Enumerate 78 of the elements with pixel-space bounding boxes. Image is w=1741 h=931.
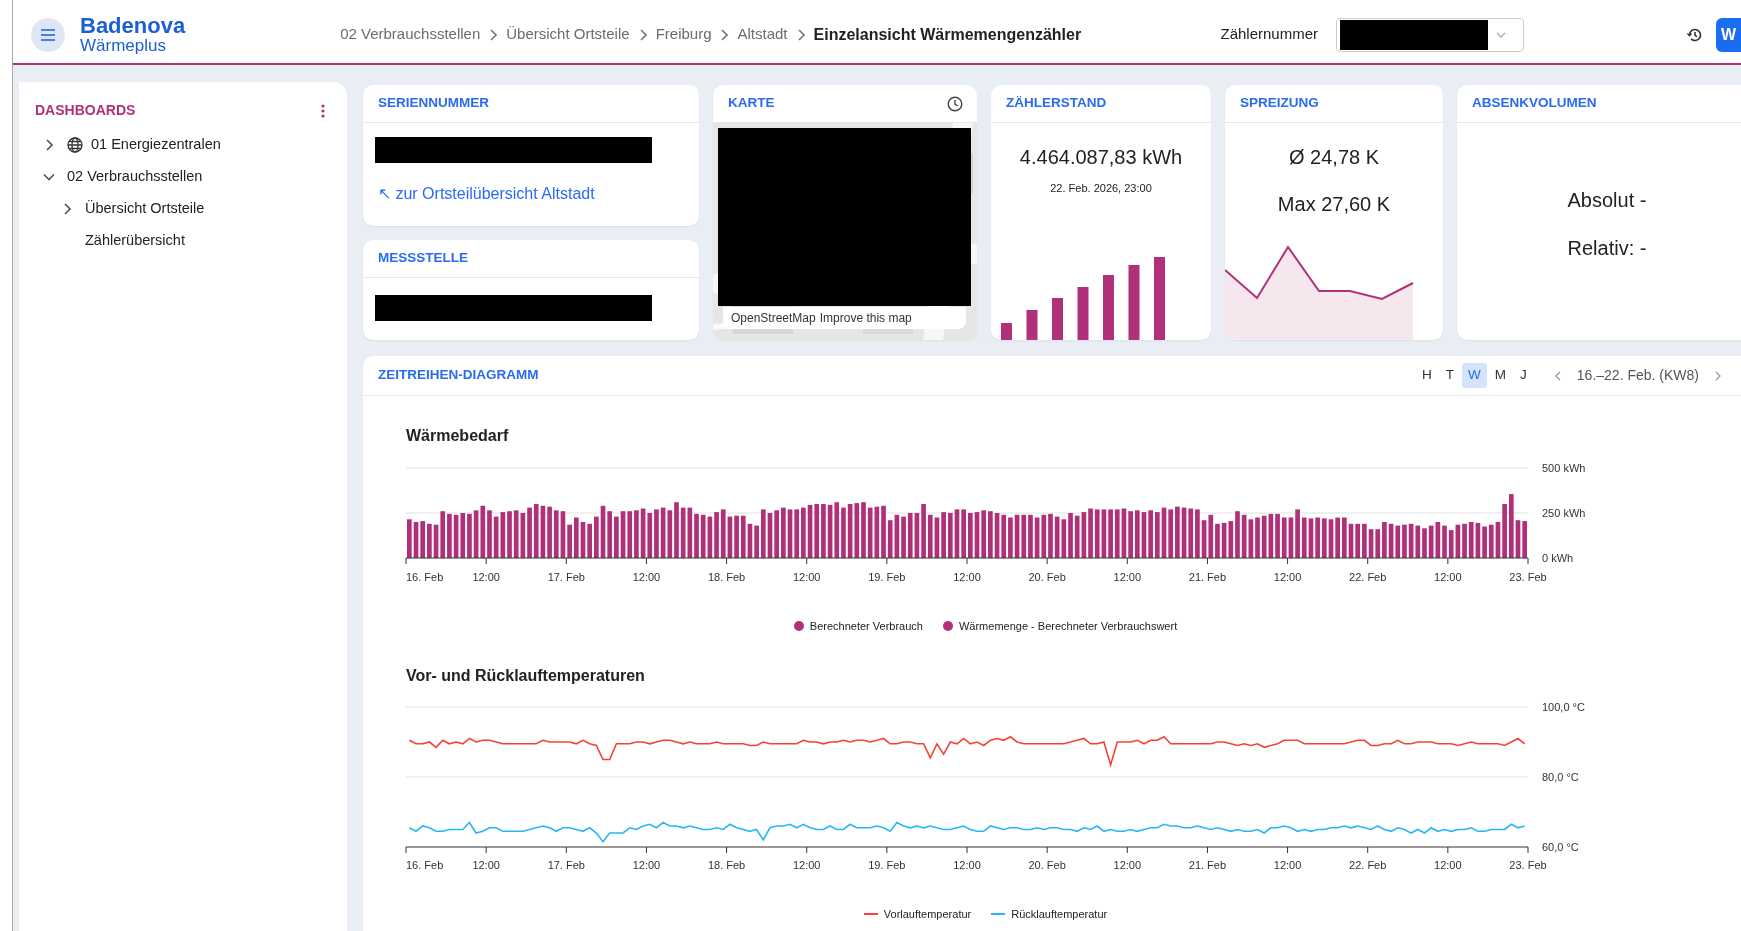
axis-label: 12:00 xyxy=(1273,571,1302,583)
max-spread-value: Max 27,60 K xyxy=(1276,192,1392,217)
legend-label: Wärmemenge - Berechneter Verbrauchswert xyxy=(958,618,1178,634)
axis-label: 20. Feb xyxy=(1028,571,1066,583)
logo-subtitle: Wärmeplus xyxy=(80,37,167,55)
absolute-volume-value: Absolut - xyxy=(1566,188,1648,213)
relative-volume-value: Relativ: - xyxy=(1566,236,1648,261)
period-label: 16.–22. Feb. (KW8) xyxy=(1576,366,1699,385)
legend-label: Berechneter Verbrauch xyxy=(809,618,923,634)
axis-label: 100,0 °C xyxy=(1542,701,1585,713)
axis-label: 16. Feb xyxy=(406,571,444,583)
attribution-link[interactable]: OpenStreetMap xyxy=(731,309,816,327)
axis-label: 12:00 xyxy=(472,859,500,871)
card-title: ZÄHLERSTAND xyxy=(1006,94,1107,113)
tree-item[interactable]: Übersicht Ortsteile xyxy=(85,198,205,220)
axis-label: 17. Feb xyxy=(547,571,585,583)
axis-label: 12:00 xyxy=(1434,859,1462,871)
axis-label: 12:00 xyxy=(792,571,821,583)
card-title: SERIENNUMMER xyxy=(378,94,489,113)
card-title: ABSENKVOLUMEN xyxy=(1472,94,1597,113)
overview-link[interactable]: ↖ zur Ortsteilübersicht Altstadt xyxy=(378,182,595,206)
resolution-tab[interactable]: T xyxy=(1439,363,1461,388)
axis-label: 23. Feb xyxy=(1509,571,1547,583)
card-title: MESSSTELLE xyxy=(378,249,468,268)
axis-label: 12:00 xyxy=(1434,571,1462,583)
chart-title: Wärmebedarf xyxy=(406,426,510,446)
tree-item[interactable]: 02 Verbrauchsstellen xyxy=(67,166,203,188)
sidebar-title: DASHBOARDS xyxy=(35,101,136,120)
axis-label: 12:00 xyxy=(472,571,500,583)
axis-label: 20. Feb xyxy=(1028,859,1066,871)
reading-timestamp: 22. Feb. 2026, 23:00 xyxy=(1049,181,1153,196)
axis-label: 22. Feb xyxy=(1349,859,1387,871)
axis-label: 21. Feb xyxy=(1188,571,1227,583)
axis-label: 12:00 xyxy=(632,571,661,583)
axis-label: 80,0 °C xyxy=(1542,771,1579,783)
axis-label: 12:00 xyxy=(953,859,981,871)
axis-label: 18. Feb xyxy=(707,571,746,583)
resolution-tab[interactable]: M xyxy=(1488,363,1513,388)
axis-label: 23. Feb xyxy=(1509,859,1547,871)
axis-label: 17. Feb xyxy=(547,859,585,871)
axis-label: 22. Feb xyxy=(1349,571,1387,583)
axis-label: 16. Feb xyxy=(406,859,444,871)
panel-title: ZEITREIHEN-DIAGRAMM xyxy=(378,366,539,385)
resolution-tab[interactable]: H xyxy=(1416,363,1438,388)
tree-item[interactable]: 01 Energiezentralen xyxy=(91,134,221,156)
legend-label: Vorlauftemperatur xyxy=(883,906,972,922)
axis-label: 12:00 xyxy=(953,571,981,583)
axis-label: 12:00 xyxy=(1113,571,1142,583)
chart-title: Vor- und Rücklauftemperaturen xyxy=(406,666,646,686)
axis-label: 0 kWh xyxy=(1542,552,1574,564)
breadcrumb-link[interactable]: Altstadt xyxy=(737,23,788,46)
axis-label: 19. Feb xyxy=(868,571,906,583)
legend-label: Rücklauftemperatur xyxy=(1011,906,1108,922)
average-spread-value: Ø 24,78 K xyxy=(1287,145,1381,170)
axis-label: 60,0 °C xyxy=(1542,841,1579,853)
axis-label: 21. Feb xyxy=(1188,859,1227,871)
axis-label: 500 kWh xyxy=(1542,462,1586,474)
breadcrumb-link[interactable]: Einzelansicht Wärmemengenzähler xyxy=(813,22,1082,47)
axis-label: 18. Feb xyxy=(707,859,746,871)
breadcrumb-link[interactable]: Übersicht Ortsteile xyxy=(506,23,630,46)
axis-label: 12:00 xyxy=(1273,859,1302,871)
breadcrumb-link[interactable]: Freiburg xyxy=(655,23,712,46)
axis-label: 250 kWh xyxy=(1542,507,1586,519)
field-label: Zählernummer xyxy=(1220,24,1318,45)
meter-reading-value: 4.464.087,83 kWh xyxy=(1018,145,1184,170)
axis-label: 12:00 xyxy=(632,859,661,871)
card-title: KARTE xyxy=(728,94,775,113)
attribution-link[interactable]: Improve this map xyxy=(819,309,912,327)
axis-label: 12:00 xyxy=(1113,859,1142,871)
logo-text: Badenova xyxy=(80,14,186,38)
user-button[interactable]: W xyxy=(1716,17,1741,52)
resolution-tab[interactable]: W xyxy=(1462,363,1487,388)
axis-label: 12:00 xyxy=(792,859,821,871)
axis-label: 19. Feb xyxy=(868,859,906,871)
resolution-tab[interactable]: J xyxy=(1514,363,1533,388)
card-title: SPREIZUNG xyxy=(1240,94,1319,113)
breadcrumb-link[interactable]: 02 Verbrauchsstellen xyxy=(340,23,481,46)
tree-item[interactable]: Zählerübersicht xyxy=(85,230,185,252)
